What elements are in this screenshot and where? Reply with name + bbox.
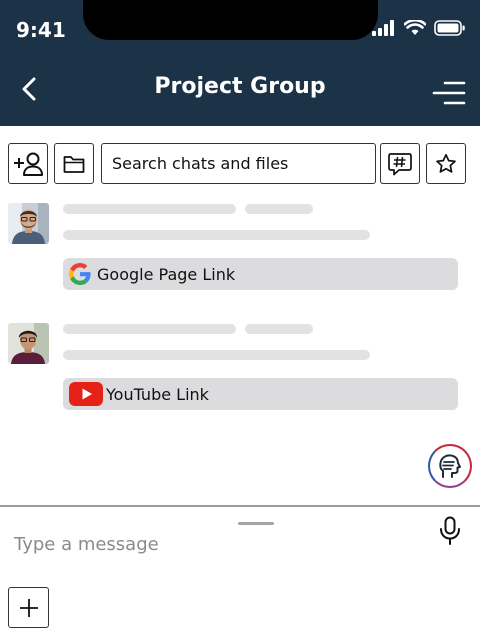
composer-divider (0, 505, 480, 507)
quick-action-button[interactable] (428, 444, 472, 488)
page-title: Project Group (154, 74, 326, 99)
search-input[interactable] (101, 143, 376, 184)
user-avatar-image (8, 323, 49, 364)
link-label: Google Page Link (97, 264, 236, 284)
status-time: 9:41 (16, 18, 66, 42)
add-attachment-button[interactable] (8, 587, 49, 628)
composer-drag-handle[interactable] (238, 522, 274, 525)
link-label: YouTube Link (106, 384, 209, 404)
message-text-placeholder (63, 350, 370, 360)
add-user-icon (14, 152, 43, 176)
timestamp-placeholder (245, 324, 313, 334)
menu-button[interactable] (432, 78, 466, 108)
avatar[interactable] (8, 203, 49, 244)
sender-name-placeholder (63, 324, 236, 334)
timestamp-placeholder (245, 204, 313, 214)
add-member-button[interactable] (8, 143, 48, 184)
folder-icon (63, 155, 85, 173)
voice-input-button[interactable] (438, 516, 462, 546)
channels-button[interactable] (380, 143, 420, 184)
star-icon (436, 153, 456, 173)
app-header: 9:41 Project Group (0, 0, 480, 126)
youtube-icon (69, 382, 103, 406)
sender-name-placeholder (63, 204, 236, 214)
status-icons (372, 20, 466, 36)
message-text-placeholder (63, 230, 370, 240)
youtube-link-card[interactable]: YouTube Link (63, 378, 458, 410)
battery-icon (434, 20, 465, 36)
user-avatar-image (8, 203, 49, 244)
plus-icon (19, 598, 38, 617)
google-link-card[interactable]: Google Page Link (63, 258, 458, 290)
signal-icon (372, 20, 394, 36)
menu-icon (432, 81, 466, 105)
hashtag-chat-icon (388, 152, 412, 175)
favorites-button[interactable] (426, 143, 466, 184)
speaking-head-icon (439, 454, 461, 478)
wifi-icon (404, 20, 426, 35)
google-icon (69, 263, 91, 285)
message-input[interactable] (14, 529, 414, 559)
device-notch (83, 0, 378, 40)
avatar[interactable] (8, 323, 49, 364)
microphone-icon (440, 516, 460, 545)
files-button[interactable] (54, 143, 94, 184)
